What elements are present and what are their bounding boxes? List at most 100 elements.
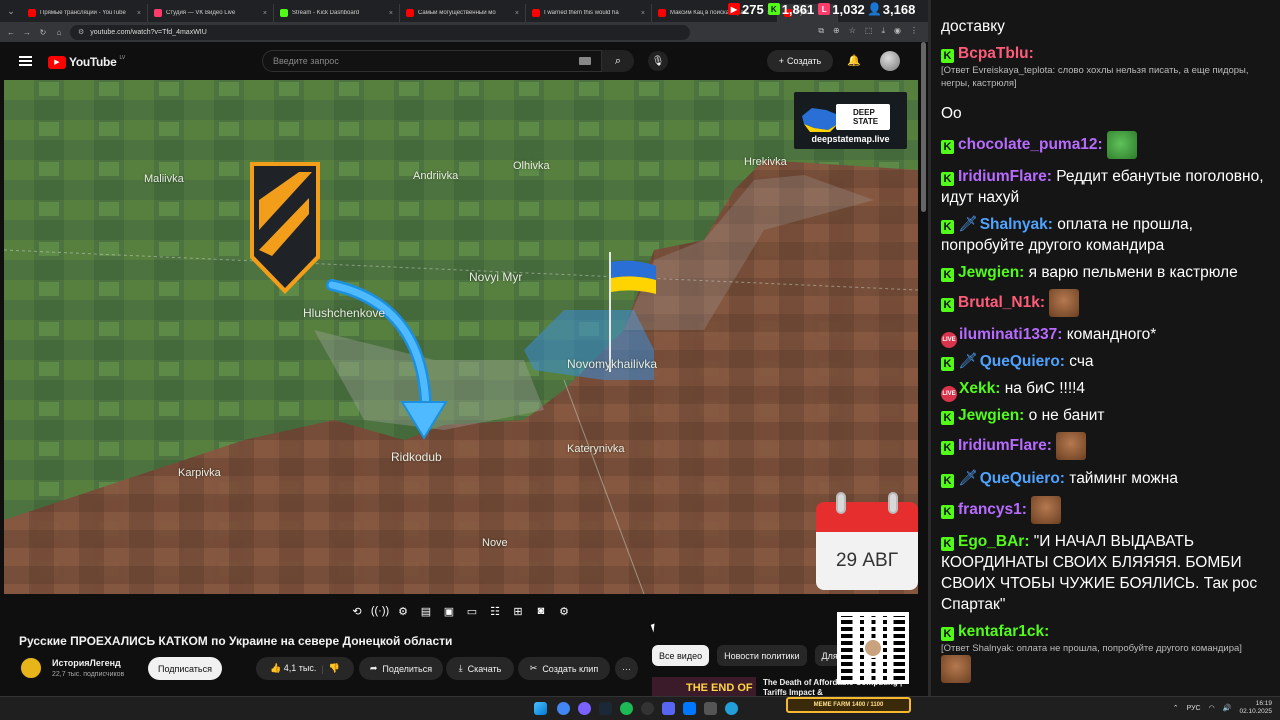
subscribe-button[interactable]: Подписаться [148, 657, 222, 680]
reload-icon[interactable]: ↻ [38, 28, 48, 37]
close-icon[interactable]: × [137, 10, 141, 17]
address-bar[interactable]: ⚙ youtube.com/watch?v=Tfd_4maxWIU [70, 24, 690, 40]
camera-icon[interactable]: ◙ [534, 604, 548, 618]
chat-username[interactable]: Shalnyak: [980, 216, 1053, 233]
map-label: Maliivka [144, 173, 184, 185]
hamburger-menu-icon[interactable] [19, 56, 32, 66]
search-input[interactable]: Введите запрос [262, 50, 602, 72]
close-icon[interactable]: × [263, 10, 267, 17]
folder-icon[interactable] [704, 702, 717, 715]
steam-icon[interactable] [599, 702, 612, 715]
chat-message: K Ego_BAr: "И НАЧАЛ ВЫДАВАТЬ КООРДИНАТЫ С… [941, 533, 1258, 613]
extensions-icon[interactable]: ⬚ [865, 26, 873, 36]
chat-message: Oo [941, 105, 962, 122]
notifications-bell-icon[interactable]: 🔔 [847, 54, 861, 67]
channel-avatar[interactable] [19, 656, 43, 680]
download-icon[interactable]: ⤓ [881, 26, 885, 36]
chat-username[interactable]: chocolate_puma12: [958, 136, 1103, 153]
chat-username[interactable]: IridiumFlare: [958, 437, 1052, 454]
face-emote-icon [1056, 432, 1087, 460]
search-button[interactable]: ⌕ [602, 50, 634, 72]
discord-icon[interactable] [662, 702, 675, 715]
chat-username[interactable]: BcpaTblu: [958, 45, 1034, 62]
more-actions-button[interactable]: ··· [615, 657, 638, 680]
app-icon[interactable] [578, 702, 591, 715]
add-to-queue-icon[interactable]: ⊞ [511, 604, 525, 618]
picture-in-picture-icon[interactable]: ▣ [442, 604, 456, 618]
chat-message: K IridiumFlare: [941, 432, 1277, 460]
forward-icon[interactable]: → [22, 28, 32, 37]
video-player[interactable]: Maliivka Andriivka Olhivka Hrekivka Novy… [4, 80, 918, 594]
share-button[interactable]: ➦ Поделиться [359, 657, 443, 680]
kick-viewer-count: K 1,861 [767, 2, 814, 17]
chat-username[interactable]: QueQuiero: [980, 470, 1065, 487]
youtube-favicon-icon [658, 9, 666, 17]
telegram-icon[interactable] [725, 702, 738, 715]
windows-start-icon[interactable] [534, 702, 547, 715]
chat-reply-quote: [Ответ Evreiskaya_teplota: слово хохлы н… [941, 65, 1249, 89]
broadcast-icon[interactable]: ((·)) [371, 604, 389, 618]
page-scrollbar[interactable] [921, 42, 926, 212]
create-button[interactable]: + Создать [767, 50, 833, 72]
chat-username[interactable]: Brutal_N1k: [958, 294, 1045, 311]
install-icon[interactable]: ⧉ [818, 26, 824, 36]
dislike-button[interactable]: 👎 [329, 663, 340, 674]
chip-politics-news[interactable]: Новости политики [717, 645, 807, 666]
chip-all-videos[interactable]: Все видео [652, 645, 710, 666]
recommended-video-thumbnail[interactable]: THE END OF [652, 677, 756, 697]
channel-name[interactable]: ИсторияЛегенд [52, 658, 121, 668]
clock[interactable]: 16:19 02.10.2025 [1239, 700, 1272, 716]
clip-button[interactable]: ✂ Создать клип [518, 657, 610, 680]
chevron-up-icon[interactable]: ⌃ [1173, 704, 1179, 712]
spotify-icon[interactable] [620, 702, 633, 715]
chat-username[interactable]: IridiumFlare: [958, 168, 1052, 185]
language-indicator[interactable]: РУС [1187, 705, 1201, 712]
back-icon[interactable]: ← [6, 28, 16, 37]
wifi-icon[interactable]: ◠ [1209, 704, 1215, 712]
chat-username[interactable]: kentafar1ck: [958, 623, 1049, 640]
sword-badge-icon: 🗡 [958, 470, 978, 487]
browser-tab[interactable]: Самый могущественный мо × [400, 4, 526, 22]
browser-tab[interactable]: Прямые трансляции - YouTube × [22, 4, 148, 22]
stats-icon[interactable]: ☷ [488, 604, 502, 618]
obs-icon[interactable] [641, 702, 654, 715]
menu-dots-icon[interactable]: ⋮ [910, 26, 918, 36]
calendar-date: 29 АВГ [816, 532, 918, 590]
chat-username[interactable]: Jewgien: [958, 264, 1024, 281]
close-icon[interactable]: × [641, 10, 645, 17]
user-avatar[interactable] [880, 51, 900, 71]
gear-icon[interactable]: ⚙ [557, 604, 571, 618]
vk-icon[interactable] [683, 702, 696, 715]
browser-tab[interactable]: I warned them this would ha × [526, 4, 652, 22]
tab-search-icon[interactable]: ⌄ [0, 0, 22, 22]
close-icon[interactable]: × [389, 10, 393, 17]
browser-tab[interactable]: Студия — VK Видео Live × [148, 4, 274, 22]
bookmark-star-icon[interactable]: ☆ [849, 26, 856, 36]
site-info-icon[interactable]: ⚙ [78, 28, 84, 36]
clapper-icon[interactable]: ▤ [419, 604, 433, 618]
chat-username[interactable]: iluminati1337: [959, 326, 1062, 343]
download-button[interactable]: ⤓ Скачать [446, 657, 514, 680]
like-button[interactable]: 👍 4,1 тыс. [270, 663, 316, 674]
keyboard-icon[interactable] [579, 57, 591, 65]
zoom-icon[interactable]: ⊕ [833, 26, 840, 36]
chrome-icon[interactable] [557, 702, 570, 715]
chat-username[interactable]: Xekk: [959, 380, 1000, 397]
browser-tab[interactable]: Stream - Kick Dashboard × [274, 4, 400, 22]
profile-icon[interactable]: ◉ [894, 26, 901, 36]
youtube-logo[interactable]: ▶ YouTube LV [48, 55, 125, 69]
screen: ⌄ Прямые трансляции - YouTube × Студия — … [0, 0, 1280, 720]
map-label: Novyi Myr [469, 270, 523, 284]
chat-username[interactable]: QueQuiero: [980, 353, 1065, 370]
screen-icon[interactable]: ▭ [465, 604, 479, 618]
volume-icon[interactable]: 🔊 [1223, 704, 1232, 712]
close-icon[interactable]: × [515, 10, 519, 17]
home-icon[interactable]: ⌂ [54, 28, 64, 37]
voice-search-button[interactable]: 🎙 [648, 51, 668, 71]
chat-username[interactable]: francys1: [958, 501, 1027, 518]
chat-username[interactable]: Jewgien: [958, 407, 1024, 424]
calendar-header [816, 502, 918, 532]
loop-icon[interactable]: ⟲ [350, 604, 364, 618]
chat-username[interactable]: Ego_BAr: [958, 533, 1029, 550]
settings-icon[interactable]: ⚙ [396, 604, 410, 618]
